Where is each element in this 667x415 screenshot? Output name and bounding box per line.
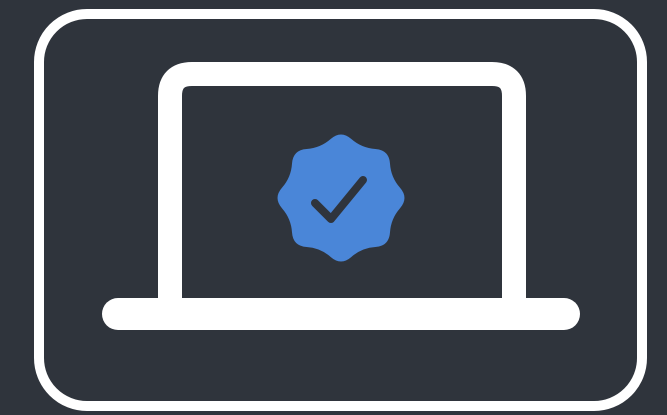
badge-shape [277, 134, 405, 262]
illustration-svg [34, 9, 647, 411]
verified-device-illustration [0, 0, 667, 415]
verified-badge-icon [277, 134, 405, 262]
